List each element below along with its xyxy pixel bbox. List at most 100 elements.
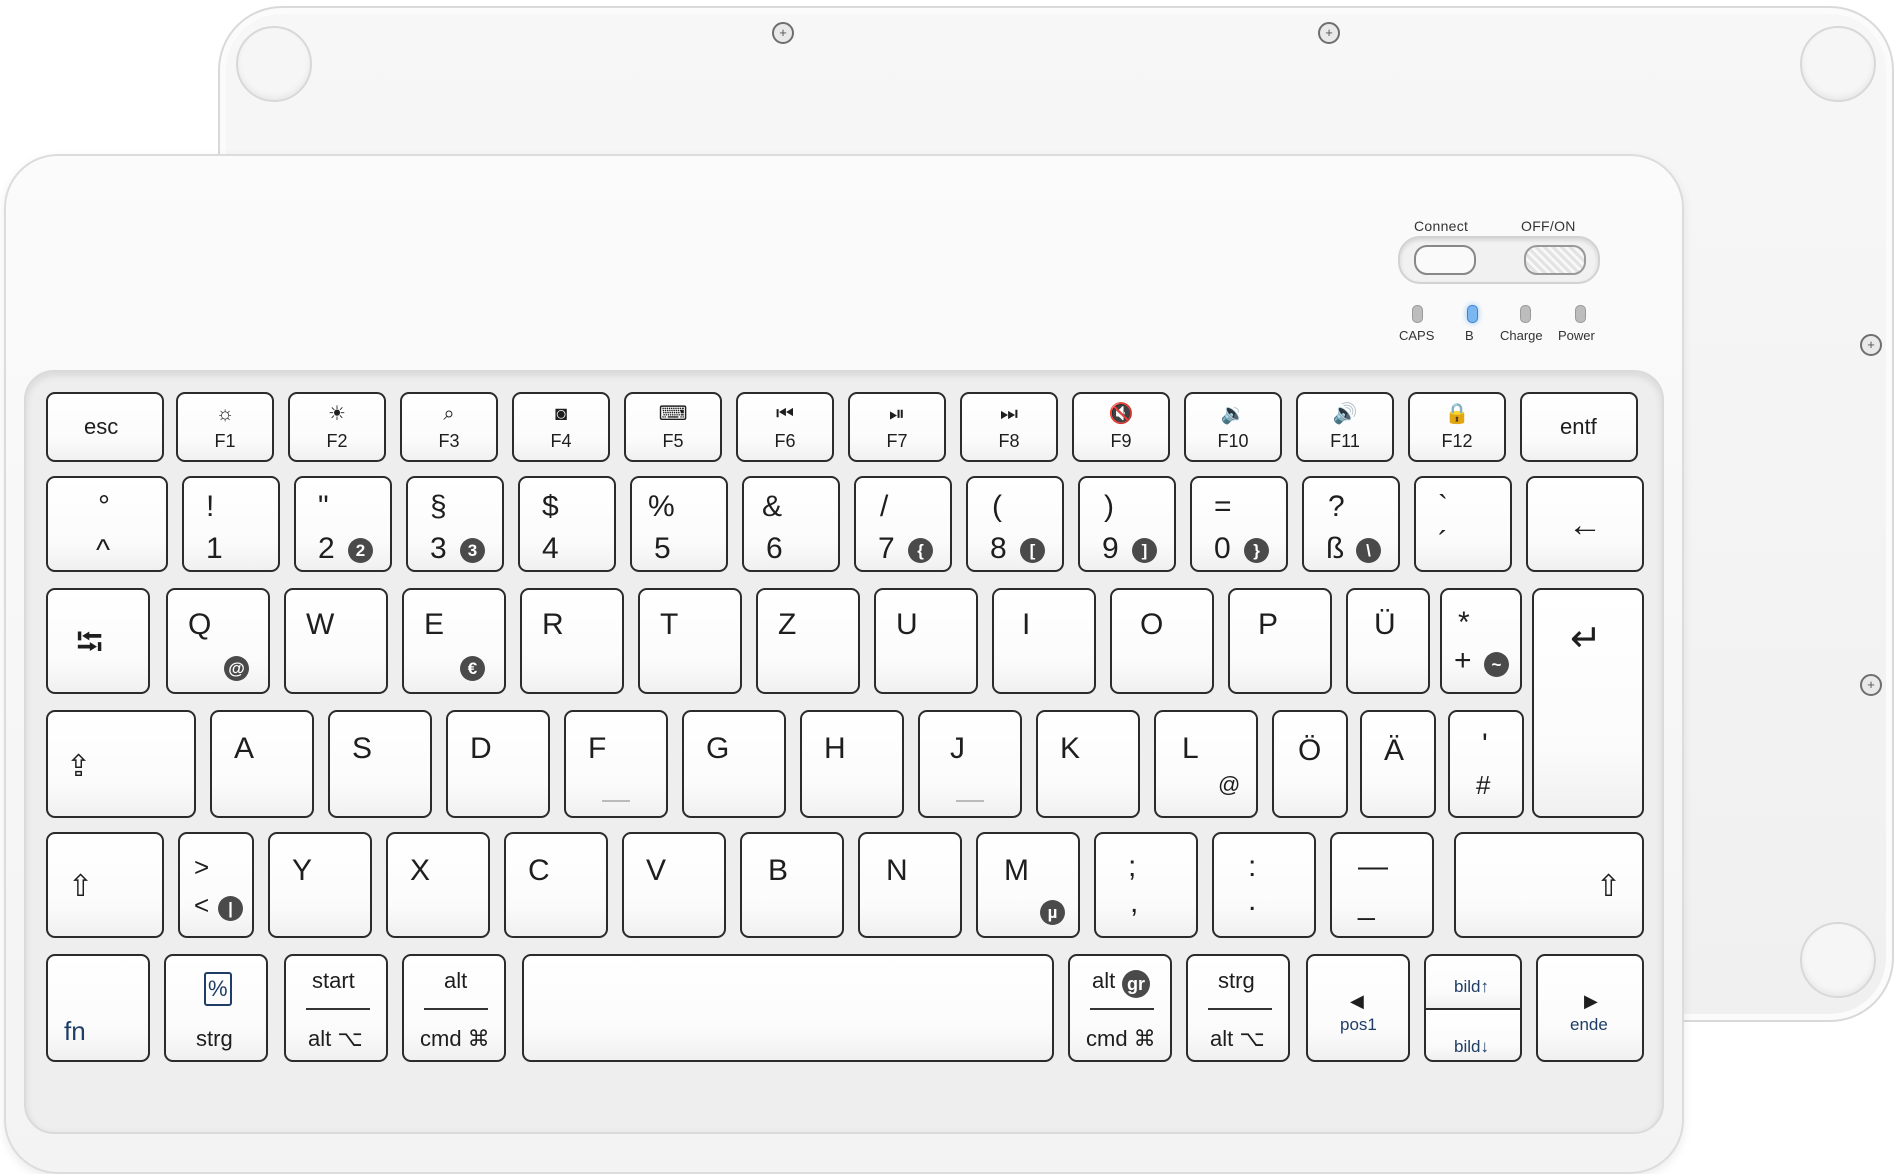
- key-f1[interactable]: ☼ F1: [176, 392, 274, 462]
- key-9[interactable]: ) 9 ]: [1078, 476, 1176, 572]
- key-ae[interactable]: Ä: [1360, 710, 1436, 818]
- key-e[interactable]: E €: [402, 588, 506, 694]
- key-f10[interactable]: 🔉 F10: [1184, 392, 1282, 462]
- key-page-down[interactable]: bild↓: [1424, 1008, 1522, 1062]
- key-t[interactable]: T: [638, 588, 742, 694]
- key-j[interactable]: J: [918, 710, 1022, 818]
- key-x[interactable]: X: [386, 832, 490, 938]
- caps-lock-icon: ⇪: [66, 750, 92, 783]
- key-f6[interactable]: ⏮ F6: [736, 392, 834, 462]
- key-esc[interactable]: esc: [46, 392, 164, 462]
- key-s[interactable]: S: [328, 710, 432, 818]
- key-4[interactable]: $ 4: [518, 476, 616, 572]
- bluetooth-icon: B: [1465, 328, 1474, 343]
- key-8[interactable]: ( 8 [: [966, 476, 1064, 572]
- key-plus[interactable]: * + ~: [1440, 588, 1522, 694]
- home-bump: [602, 800, 630, 802]
- screenshot-icon: ◙: [554, 403, 568, 425]
- key-space[interactable]: [522, 954, 1054, 1062]
- key-m[interactable]: M µ: [976, 832, 1080, 938]
- key-7[interactable]: / 7 {: [854, 476, 952, 572]
- key-alt-cmd[interactable]: alt cmd ⌘: [402, 954, 506, 1062]
- key-strg-alt[interactable]: strg alt ⌥: [1186, 954, 1290, 1062]
- key-enter[interactable]: ↵: [1532, 588, 1644, 818]
- key-3[interactable]: § 3 3: [406, 476, 504, 572]
- key-start-alt[interactable]: start alt ⌥: [284, 954, 388, 1062]
- key-h[interactable]: H: [800, 710, 904, 818]
- key-f11[interactable]: 🔊 F11: [1296, 392, 1394, 462]
- key-eszett[interactable]: ? ß \: [1302, 476, 1400, 572]
- caps-led-label: CAPS: [1399, 328, 1435, 343]
- key-period[interactable]: : .: [1212, 832, 1316, 938]
- power-switch[interactable]: [1524, 245, 1586, 275]
- key-5[interactable]: % 5: [630, 476, 728, 572]
- key-circumflex[interactable]: ° ^: [46, 476, 168, 572]
- key-ue[interactable]: Ü: [1346, 588, 1430, 694]
- key-l[interactable]: L @: [1154, 710, 1258, 818]
- key-less-greater[interactable]: > < |: [178, 832, 254, 938]
- key-p[interactable]: P: [1228, 588, 1332, 694]
- key-f5[interactable]: ⌨ F5: [624, 392, 722, 462]
- key-r[interactable]: R: [520, 588, 624, 694]
- key-right-shift[interactable]: ⇧: [1454, 832, 1644, 938]
- charge-led-label: Charge: [1500, 328, 1543, 343]
- key-left-pos1[interactable]: ◀ pos1: [1306, 954, 1410, 1062]
- key-y[interactable]: Y: [268, 832, 372, 938]
- key-k[interactable]: K: [1036, 710, 1140, 818]
- key-left-shift[interactable]: ⇧: [46, 832, 164, 938]
- home-bump: [956, 800, 984, 802]
- key-divider: [424, 1008, 488, 1010]
- key-0[interactable]: = 0 }: [1190, 476, 1288, 572]
- key-f3[interactable]: ⌕ F3: [400, 392, 498, 462]
- previous-track-icon: ⏮: [776, 403, 794, 425]
- key-page-up[interactable]: bild↑: [1424, 954, 1522, 1010]
- key-f2[interactable]: ☀ F2: [288, 392, 386, 462]
- battery-icon: %: [204, 972, 232, 1006]
- key-f4[interactable]: ◙ F4: [512, 392, 610, 462]
- key-f7[interactable]: ⏯ F7: [848, 392, 946, 462]
- key-right-ende[interactable]: ▶ ende: [1536, 954, 1644, 1062]
- key-f8[interactable]: ⏭ F8: [960, 392, 1058, 462]
- key-z[interactable]: Z: [756, 588, 860, 694]
- key-entf[interactable]: entf: [1520, 392, 1638, 462]
- key-caps-lock[interactable]: ⇪: [46, 710, 196, 818]
- key-f9[interactable]: 🔇 F9: [1072, 392, 1170, 462]
- keyboard-icon: ⌨: [658, 403, 688, 425]
- charge-led: [1520, 305, 1531, 323]
- key-q[interactable]: Q @: [166, 588, 270, 694]
- power-led-label: Power: [1558, 328, 1595, 343]
- key-f[interactable]: F: [564, 710, 668, 818]
- key-f12[interactable]: 🔒 F12: [1408, 392, 1506, 462]
- key-u[interactable]: U: [874, 588, 978, 694]
- key-oe[interactable]: Ö: [1272, 710, 1348, 818]
- key-accent[interactable]: ` ´: [1414, 476, 1512, 572]
- key-tab[interactable]: ⭾: [46, 588, 150, 694]
- power-switch-label: OFF/ON: [1521, 218, 1576, 234]
- key-g[interactable]: G: [682, 710, 786, 818]
- key-6[interactable]: & 6: [742, 476, 840, 572]
- key-c[interactable]: C: [504, 832, 608, 938]
- key-d[interactable]: D: [446, 710, 550, 818]
- connect-button[interactable]: [1414, 245, 1476, 275]
- key-1[interactable]: ! 1: [182, 476, 280, 572]
- key-hash[interactable]: ' #: [1448, 710, 1524, 818]
- key-w[interactable]: W: [284, 588, 388, 694]
- key-fn[interactable]: fn: [46, 954, 150, 1062]
- shift-icon: ⇧: [68, 870, 94, 903]
- brightness-down-icon: ☼: [215, 403, 235, 425]
- key-b[interactable]: B: [740, 832, 844, 938]
- key-i[interactable]: I: [992, 588, 1096, 694]
- key-strg-battery[interactable]: % strg: [164, 954, 268, 1062]
- key-n[interactable]: N: [858, 832, 962, 938]
- next-track-icon: ⏭: [1000, 403, 1018, 425]
- key-minus[interactable]: — _: [1330, 832, 1434, 938]
- key-backspace[interactable]: ←: [1526, 476, 1644, 572]
- caps-led: [1412, 305, 1423, 323]
- key-2[interactable]: " 2 2: [294, 476, 392, 572]
- connect-label: Connect: [1414, 218, 1469, 234]
- key-altgr-cmd[interactable]: alt gr cmd ⌘: [1068, 954, 1172, 1062]
- key-comma[interactable]: ; ,: [1094, 832, 1198, 938]
- key-o[interactable]: O: [1110, 588, 1214, 694]
- key-v[interactable]: V: [622, 832, 726, 938]
- key-a[interactable]: A: [210, 710, 314, 818]
